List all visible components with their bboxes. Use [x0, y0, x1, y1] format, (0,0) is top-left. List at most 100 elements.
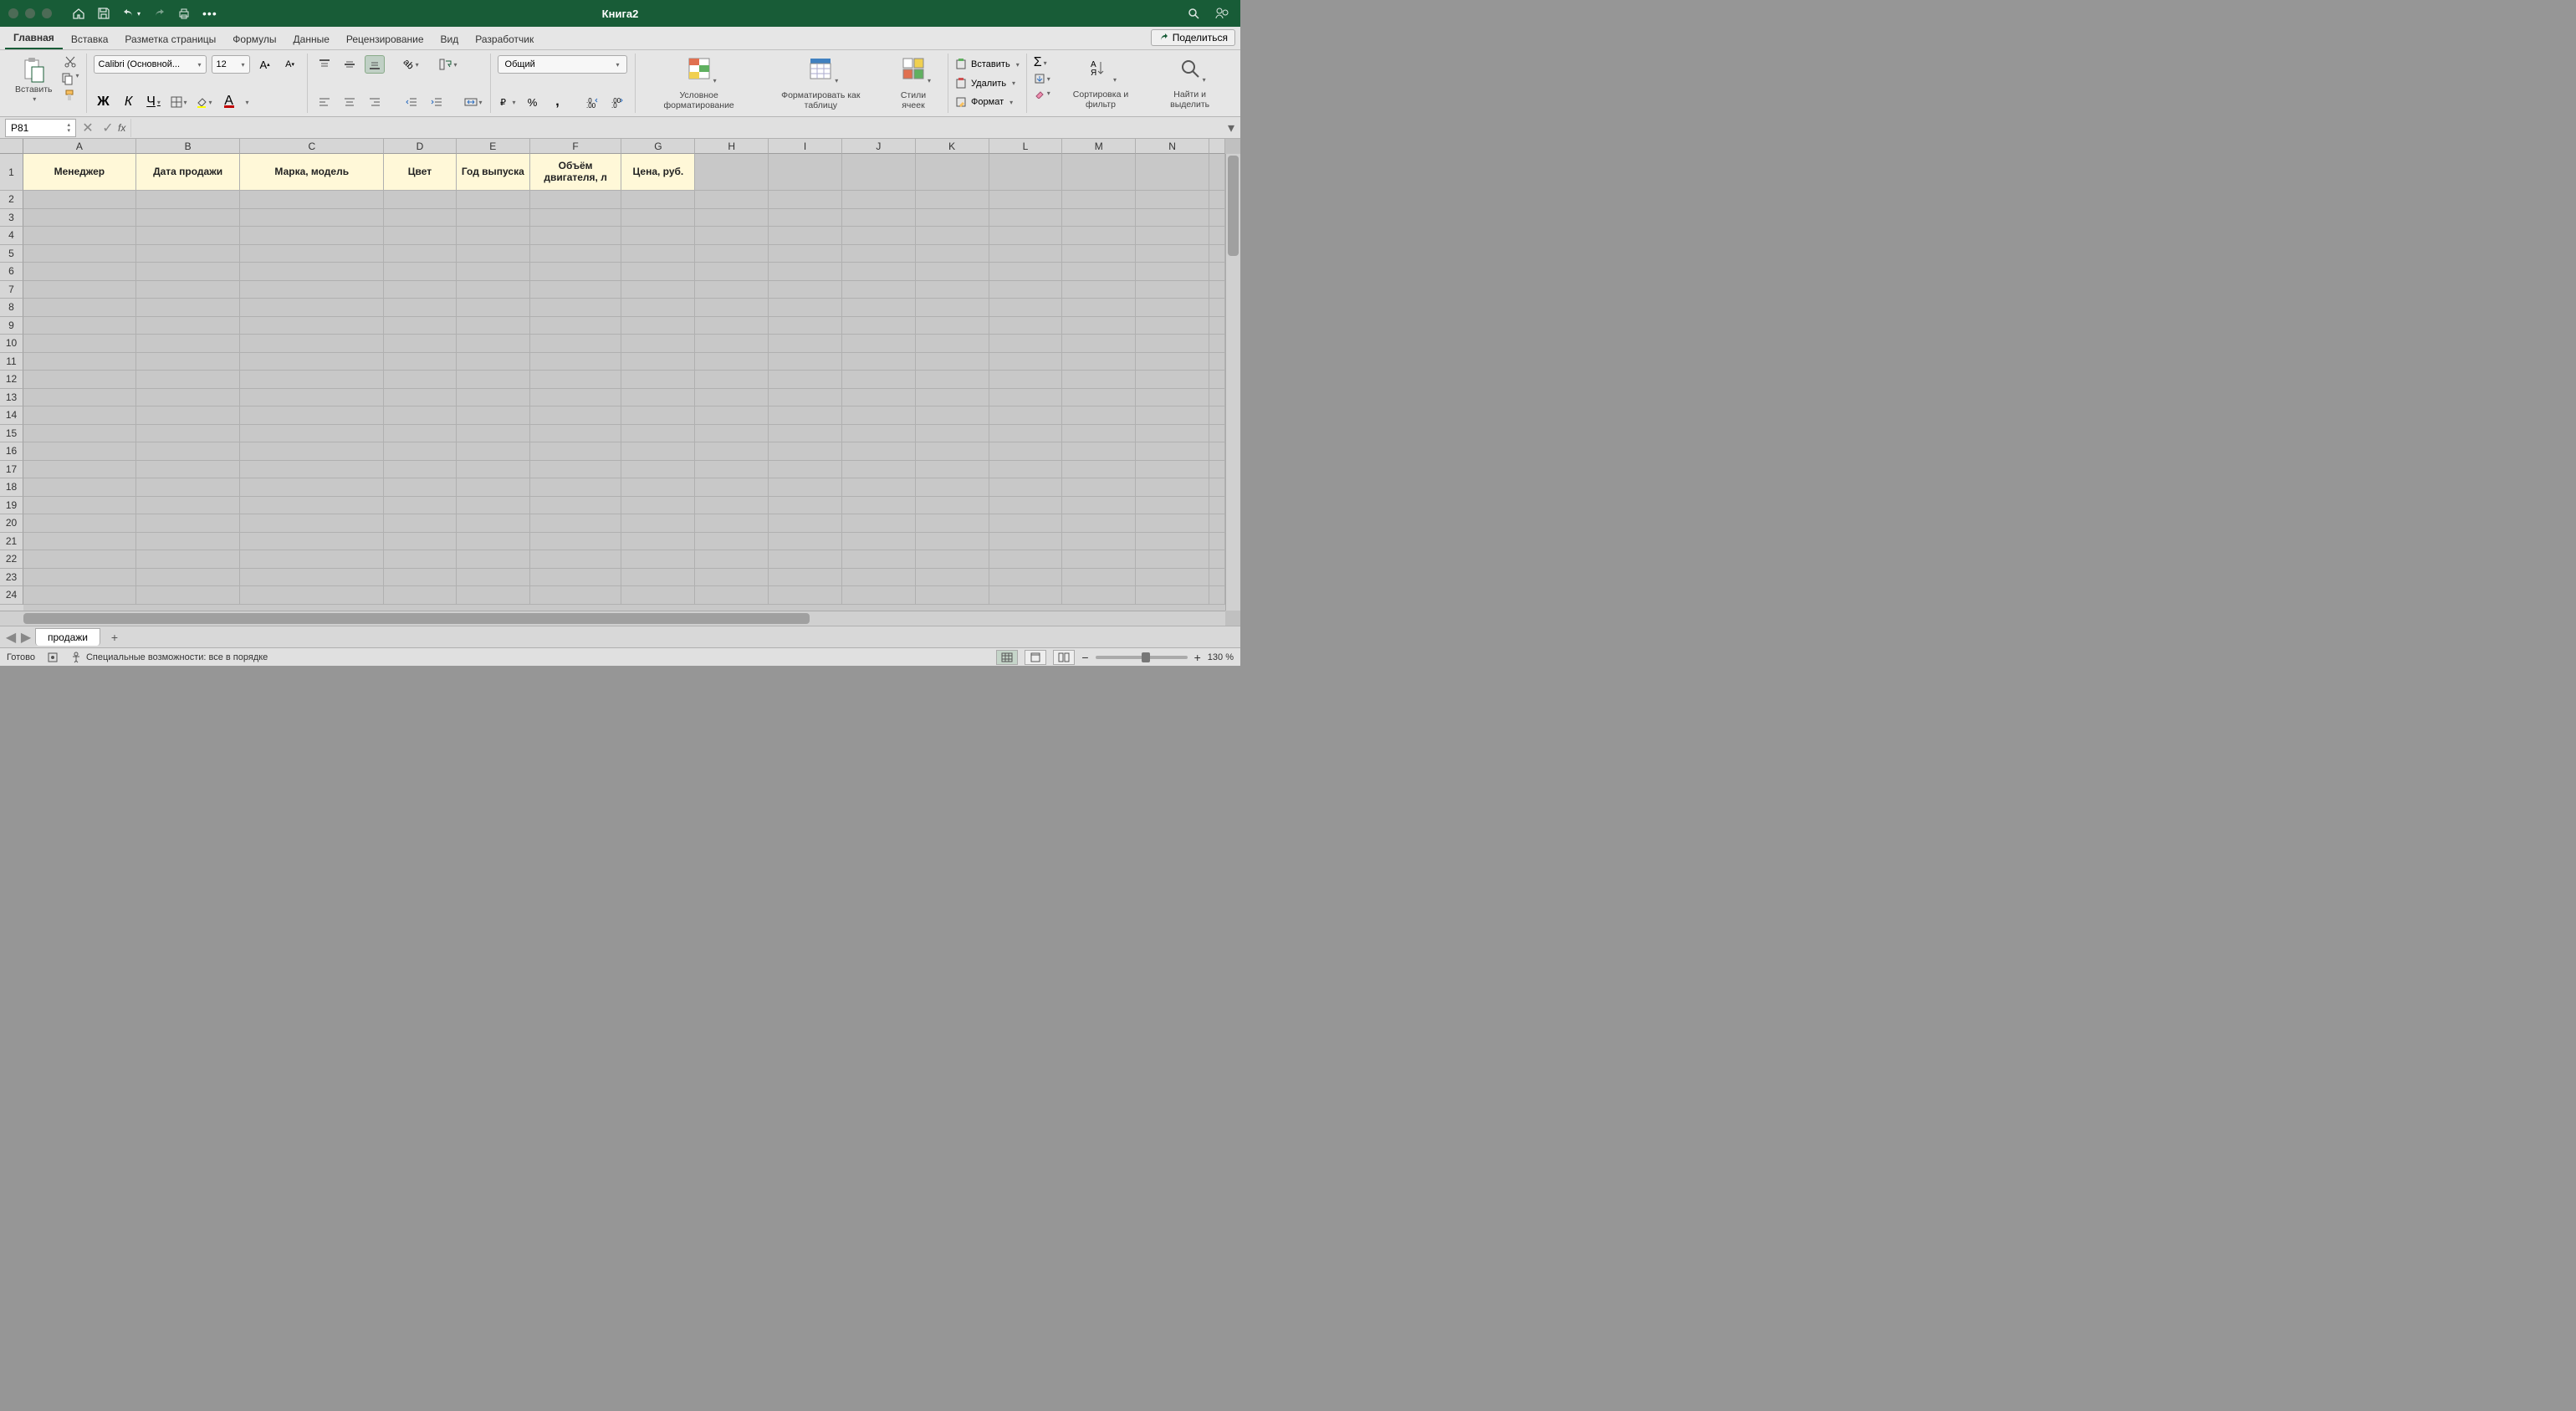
- cell[interactable]: [989, 514, 1063, 533]
- cell[interactable]: [1062, 353, 1136, 371]
- column-header[interactable]: B: [136, 139, 241, 154]
- zoom-slider[interactable]: [1096, 656, 1188, 659]
- row-header[interactable]: 16: [0, 442, 23, 461]
- cell[interactable]: [136, 281, 241, 299]
- cell[interactable]: [695, 371, 769, 389]
- view-page-break-icon[interactable]: [1053, 650, 1075, 665]
- cell[interactable]: [1136, 317, 1209, 335]
- cell[interactable]: [1136, 209, 1209, 227]
- cell[interactable]: [621, 461, 695, 479]
- cell[interactable]: [1136, 353, 1209, 371]
- row-header[interactable]: 10: [0, 335, 23, 353]
- cell[interactable]: [989, 569, 1063, 587]
- cell[interactable]: [240, 514, 384, 533]
- cell[interactable]: [457, 299, 530, 317]
- cell[interactable]: [457, 191, 530, 209]
- column-header[interactable]: H: [695, 139, 769, 154]
- cell[interactable]: [769, 442, 842, 461]
- tab-data[interactable]: Данные: [285, 28, 338, 49]
- cell[interactable]: [916, 569, 989, 587]
- cell[interactable]: [384, 371, 457, 389]
- row-header[interactable]: 15: [0, 425, 23, 443]
- cell[interactable]: [1062, 514, 1136, 533]
- column-header[interactable]: I: [769, 139, 842, 154]
- cell[interactable]: [240, 497, 384, 515]
- row-header[interactable]: 22: [0, 550, 23, 569]
- cell[interactable]: [621, 442, 695, 461]
- font-name-select[interactable]: Calibri (Основной...▾: [94, 55, 207, 74]
- cell[interactable]: [769, 478, 842, 497]
- cell[interactable]: [621, 209, 695, 227]
- cell[interactable]: [916, 154, 989, 191]
- column-header[interactable]: M: [1062, 139, 1136, 154]
- cell[interactable]: [384, 586, 457, 605]
- tab-review[interactable]: Рецензирование: [338, 28, 432, 49]
- cell[interactable]: [695, 353, 769, 371]
- cell[interactable]: [1209, 263, 1225, 281]
- cell[interactable]: [916, 191, 989, 209]
- cell[interactable]: [842, 497, 916, 515]
- cell[interactable]: [989, 461, 1063, 479]
- cell[interactable]: [1136, 497, 1209, 515]
- cell[interactable]: [621, 299, 695, 317]
- decrease-font-icon[interactable]: A▾: [280, 55, 300, 74]
- accessibility-status[interactable]: Специальные возможности: все в порядке: [70, 652, 268, 663]
- cell[interactable]: [1209, 281, 1225, 299]
- cell[interactable]: [1062, 461, 1136, 479]
- cell[interactable]: [136, 191, 241, 209]
- orientation-icon[interactable]: ab▾: [401, 55, 422, 74]
- font-color-button[interactable]: A: [219, 93, 239, 111]
- cell[interactable]: [769, 263, 842, 281]
- cell[interactable]: [989, 281, 1063, 299]
- cell[interactable]: [842, 514, 916, 533]
- row-header[interactable]: 4: [0, 227, 23, 245]
- cell[interactable]: [769, 371, 842, 389]
- cell[interactable]: [1062, 497, 1136, 515]
- cell[interactable]: [1062, 586, 1136, 605]
- paste-button[interactable]: Вставить ▾: [12, 55, 56, 105]
- cell[interactable]: [136, 263, 241, 281]
- font-size-select[interactable]: 12▾: [212, 55, 250, 74]
- cell[interactable]: [384, 497, 457, 515]
- cell[interactable]: [695, 335, 769, 353]
- cell[interactable]: [916, 550, 989, 569]
- insert-cells-button[interactable]: Вставить▾: [955, 55, 1020, 74]
- cell[interactable]: [384, 389, 457, 407]
- cell[interactable]: [23, 389, 136, 407]
- cell[interactable]: [136, 533, 241, 551]
- cell[interactable]: Цена, руб.: [621, 154, 695, 191]
- zoom-level[interactable]: 130 %: [1208, 652, 1234, 662]
- cell[interactable]: [23, 461, 136, 479]
- sheet-nav-next-icon[interactable]: ▶: [18, 630, 33, 645]
- find-select-button[interactable]: ▾ Найти и выделить: [1151, 55, 1229, 111]
- number-format-select[interactable]: Общий▾: [498, 55, 627, 74]
- cell[interactable]: [916, 533, 989, 551]
- cell[interactable]: [530, 569, 622, 587]
- cell[interactable]: [1209, 335, 1225, 353]
- cell[interactable]: [989, 317, 1063, 335]
- cell[interactable]: [530, 191, 622, 209]
- cell[interactable]: [842, 478, 916, 497]
- cell[interactable]: [989, 533, 1063, 551]
- cell[interactable]: [240, 586, 384, 605]
- cell[interactable]: [384, 299, 457, 317]
- cell[interactable]: [1209, 586, 1225, 605]
- cell[interactable]: [1209, 191, 1225, 209]
- cell[interactable]: [916, 227, 989, 245]
- cell[interactable]: [1209, 353, 1225, 371]
- cell[interactable]: [916, 209, 989, 227]
- cell[interactable]: [769, 569, 842, 587]
- cell[interactable]: [530, 514, 622, 533]
- cell[interactable]: [1136, 569, 1209, 587]
- cell[interactable]: [457, 281, 530, 299]
- cell[interactable]: [916, 245, 989, 263]
- cell[interactable]: Марка, модель: [240, 154, 384, 191]
- cell[interactable]: [136, 569, 241, 587]
- percent-icon[interactable]: %: [523, 93, 543, 111]
- cell[interactable]: [136, 227, 241, 245]
- cell[interactable]: [1062, 263, 1136, 281]
- cell[interactable]: [23, 425, 136, 443]
- cell[interactable]: [136, 461, 241, 479]
- cell[interactable]: [621, 514, 695, 533]
- cell[interactable]: [530, 209, 622, 227]
